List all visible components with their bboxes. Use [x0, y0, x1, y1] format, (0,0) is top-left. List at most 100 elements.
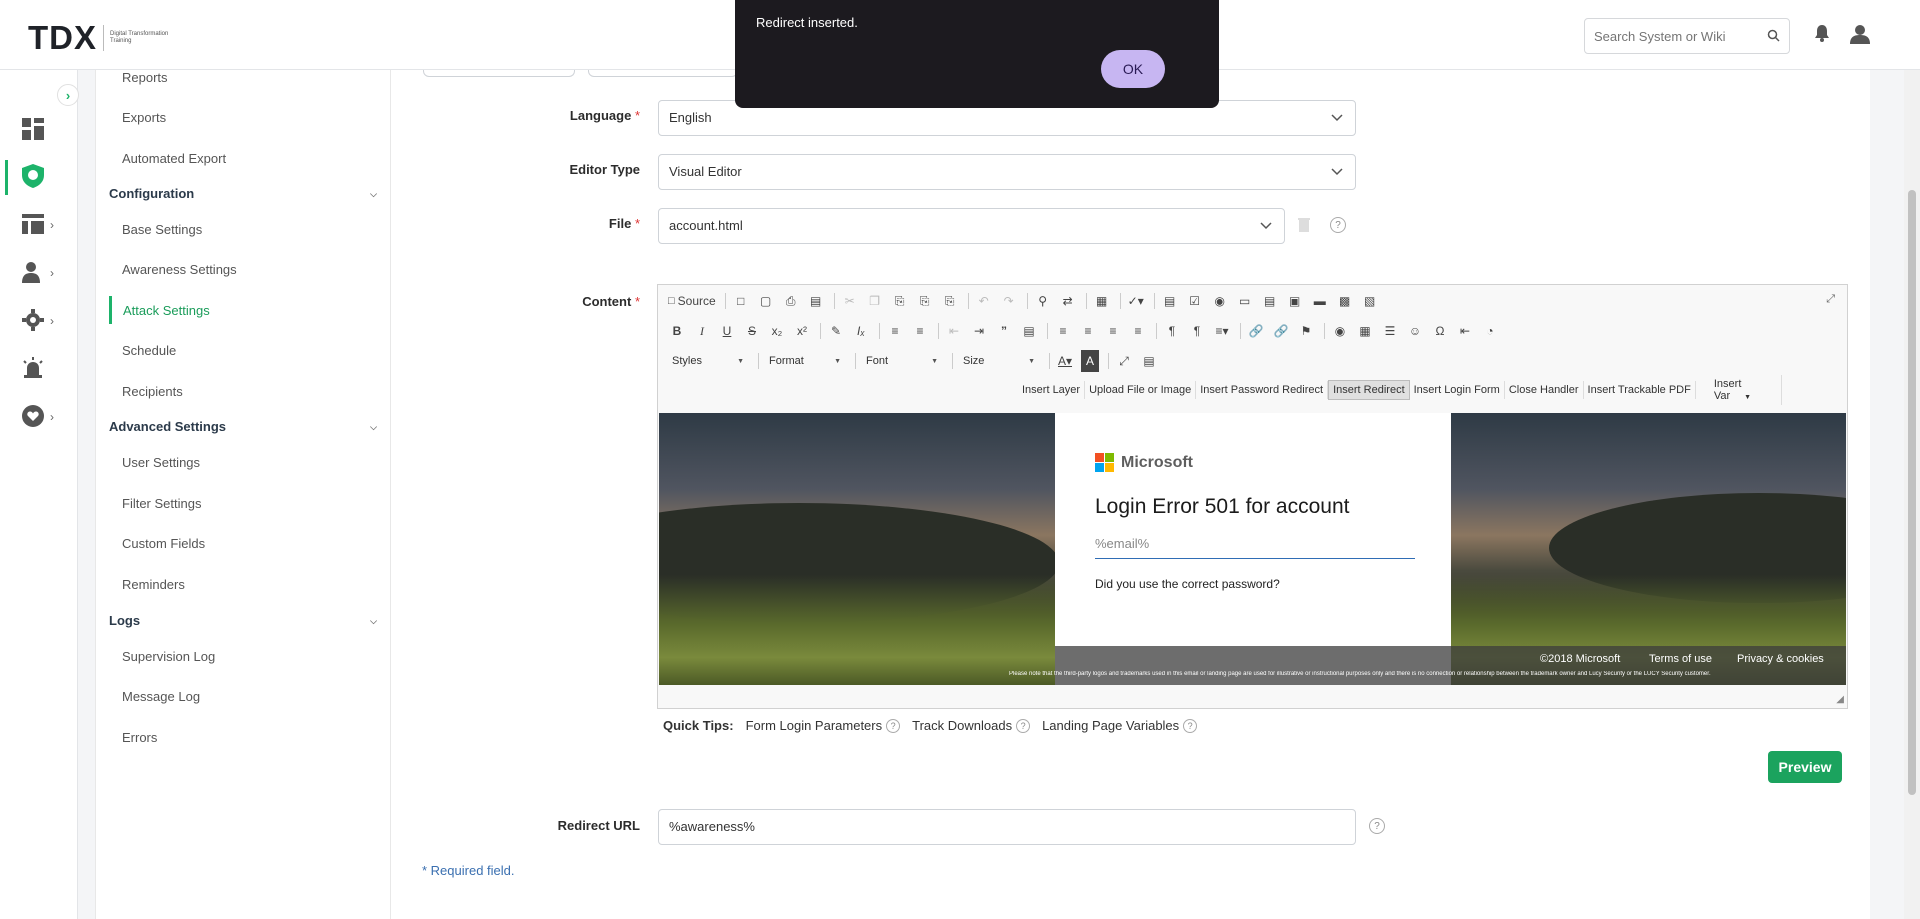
spellcheck-icon[interactable]: ✓▾: [1127, 290, 1145, 312]
quick-tip-landing-variables[interactable]: Landing Page Variables: [1042, 718, 1179, 733]
sidebar-item-user-settings[interactable]: User Settings: [122, 455, 200, 470]
undo-icon[interactable]: ↶: [975, 290, 993, 312]
link-icon[interactable]: 🔗: [1247, 320, 1265, 342]
sidebar-item-exports[interactable]: Exports: [122, 110, 166, 125]
size-combo[interactable]: Size ▼: [959, 350, 1039, 372]
select-all-icon[interactable]: ▦: [1093, 290, 1111, 312]
new-page-icon[interactable]: □: [732, 290, 750, 312]
unlink-icon[interactable]: 🔗: [1272, 320, 1290, 342]
outdent-icon[interactable]: ⇤: [945, 320, 963, 342]
editor-content-area[interactable]: Microsoft Login Error 501 for account %e…: [659, 413, 1846, 685]
align-left-icon[interactable]: ≡: [1054, 320, 1072, 342]
rtl-icon[interactable]: ¶: [1188, 320, 1206, 342]
maximize-icon[interactable]: ⤢: [1826, 293, 1835, 306]
templates-icon[interactable]: ▤: [807, 290, 825, 312]
users-nav[interactable]: ›: [22, 258, 62, 288]
rich-text-editor[interactable]: □ Source □ ▢ ⎙ ▤ ✂ ❐ ⎘ ⎘ ⎘ ↶ ↷ ⚲ ⇄ ▦ ✓▾ ▤…: [657, 284, 1848, 709]
smiley-icon[interactable]: ☺: [1406, 320, 1424, 342]
horizontal-rule-icon[interactable]: ☰: [1381, 320, 1399, 342]
justify-icon[interactable]: ≡: [1129, 320, 1147, 342]
email-field[interactable]: %email%: [1095, 533, 1415, 559]
superscript-icon[interactable]: x²: [793, 320, 811, 342]
remove-format-icon[interactable]: Iₓ: [852, 320, 870, 342]
copy-icon[interactable]: ❐: [866, 290, 884, 312]
sidebar-item-schedule[interactable]: Schedule: [122, 343, 176, 358]
help-icon[interactable]: ?: [886, 718, 901, 733]
ltr-icon[interactable]: ¶: [1163, 320, 1181, 342]
textarea-icon[interactable]: ▤: [1261, 290, 1279, 312]
strikethrough-icon[interactable]: S: [743, 320, 761, 342]
insert-layer-button[interactable]: Insert Layer: [1018, 381, 1086, 399]
sidebar-item-reminders[interactable]: Reminders: [122, 577, 185, 592]
numbered-list-icon[interactable]: ≡: [886, 320, 904, 342]
flash-icon[interactable]: ◉: [1331, 320, 1349, 342]
print-icon[interactable]: ⎙: [782, 290, 800, 312]
resize-handle-icon[interactable]: ◢: [1836, 694, 1844, 705]
scrollbar-thumb[interactable]: [1908, 190, 1916, 795]
sidebar-item-custom-fields[interactable]: Custom Fields: [122, 536, 205, 551]
preview-icon[interactable]: ▢: [757, 290, 775, 312]
ok-button[interactable]: OK: [1101, 50, 1165, 88]
help-icon[interactable]: ?: [1369, 818, 1385, 834]
insert-var-combo[interactable]: Insert Var ▼: [1696, 375, 1782, 405]
user-icon[interactable]: [1850, 24, 1870, 47]
text-color-icon[interactable]: A▾: [1056, 350, 1074, 372]
editor-type-select[interactable]: Visual Editor: [658, 154, 1356, 190]
subscript-icon[interactable]: x₂: [768, 320, 786, 342]
quick-tip-form-login[interactable]: Form Login Parameters: [746, 718, 883, 733]
insert-password-redirect-button[interactable]: Insert Password Redirect: [1196, 381, 1329, 399]
privacy-link[interactable]: Privacy & cookies: [1737, 653, 1824, 665]
find-icon[interactable]: ⚲: [1034, 290, 1052, 312]
align-right-icon[interactable]: ≡: [1104, 320, 1122, 342]
italic-icon[interactable]: I: [693, 320, 711, 342]
help-icon[interactable]: ?: [1016, 718, 1031, 733]
library-nav[interactable]: ›: [22, 210, 62, 240]
trash-icon[interactable]: [1298, 217, 1310, 235]
redirect-url-input[interactable]: %awareness%: [658, 809, 1356, 845]
hidden-field-icon[interactable]: ▧: [1361, 290, 1379, 312]
bulleted-list-icon[interactable]: ≡: [911, 320, 929, 342]
select-field-icon[interactable]: ▣: [1286, 290, 1304, 312]
tab-fragment[interactable]: [423, 70, 575, 77]
button-field-icon[interactable]: ▬: [1311, 290, 1329, 312]
background-color-icon[interactable]: A: [1081, 350, 1099, 372]
bold-icon[interactable]: B: [668, 320, 686, 342]
sidebar-item-reports[interactable]: Reports: [122, 70, 168, 85]
health-nav[interactable]: ›: [22, 402, 62, 432]
file-select[interactable]: account.html: [658, 208, 1285, 244]
help-icon[interactable]: ?: [1183, 718, 1198, 733]
paste-word-icon[interactable]: ⎘: [941, 290, 959, 312]
preview-button[interactable]: Preview: [1768, 751, 1842, 783]
replace-icon[interactable]: ⇄: [1059, 290, 1077, 312]
insert-login-form-button[interactable]: Insert Login Form: [1410, 381, 1505, 399]
tab-fragment[interactable]: [588, 70, 738, 77]
table-icon[interactable]: ▦: [1356, 320, 1374, 342]
sidebar-group-configuration[interactable]: Configuration ⌵: [109, 186, 381, 201]
font-combo[interactable]: Font ▼: [862, 350, 942, 372]
insert-trackable-pdf-button[interactable]: Insert Trackable PDF: [1584, 381, 1696, 399]
special-char-icon[interactable]: Ω: [1431, 320, 1449, 342]
sidebar-group-advanced-settings[interactable]: Advanced Settings ⌵: [109, 419, 381, 434]
search-box[interactable]: [1584, 18, 1790, 54]
image-button-icon[interactable]: ▩: [1336, 290, 1354, 312]
show-blocks-icon[interactable]: ▤: [1140, 350, 1158, 372]
search-input[interactable]: [1585, 19, 1745, 53]
page-break-icon[interactable]: ⇤: [1456, 320, 1474, 342]
sidebar-item-errors[interactable]: Errors: [122, 730, 157, 745]
language-icon[interactable]: ≡▾: [1213, 320, 1231, 342]
indent-icon[interactable]: ⇥: [970, 320, 988, 342]
settings-nav[interactable]: ›: [22, 306, 62, 336]
search-icon[interactable]: [1767, 29, 1780, 45]
sidebar-item-attack-settings[interactable]: Attack Settings: [123, 303, 210, 318]
alerts-nav[interactable]: [22, 354, 62, 384]
checkbox-icon[interactable]: ☑: [1186, 290, 1204, 312]
radio-icon[interactable]: ◉: [1211, 290, 1229, 312]
format-combo[interactable]: Format ▼: [765, 350, 845, 372]
close-handler-button[interactable]: Close Handler: [1505, 381, 1584, 399]
paste-icon[interactable]: ⎘: [891, 290, 909, 312]
source-button[interactable]: □ Source: [668, 290, 716, 312]
redo-icon[interactable]: ↷: [1000, 290, 1018, 312]
div-container-icon[interactable]: ▤: [1020, 320, 1038, 342]
blockquote-icon[interactable]: ”: [995, 320, 1013, 342]
insert-redirect-button[interactable]: Insert Redirect: [1328, 380, 1410, 400]
